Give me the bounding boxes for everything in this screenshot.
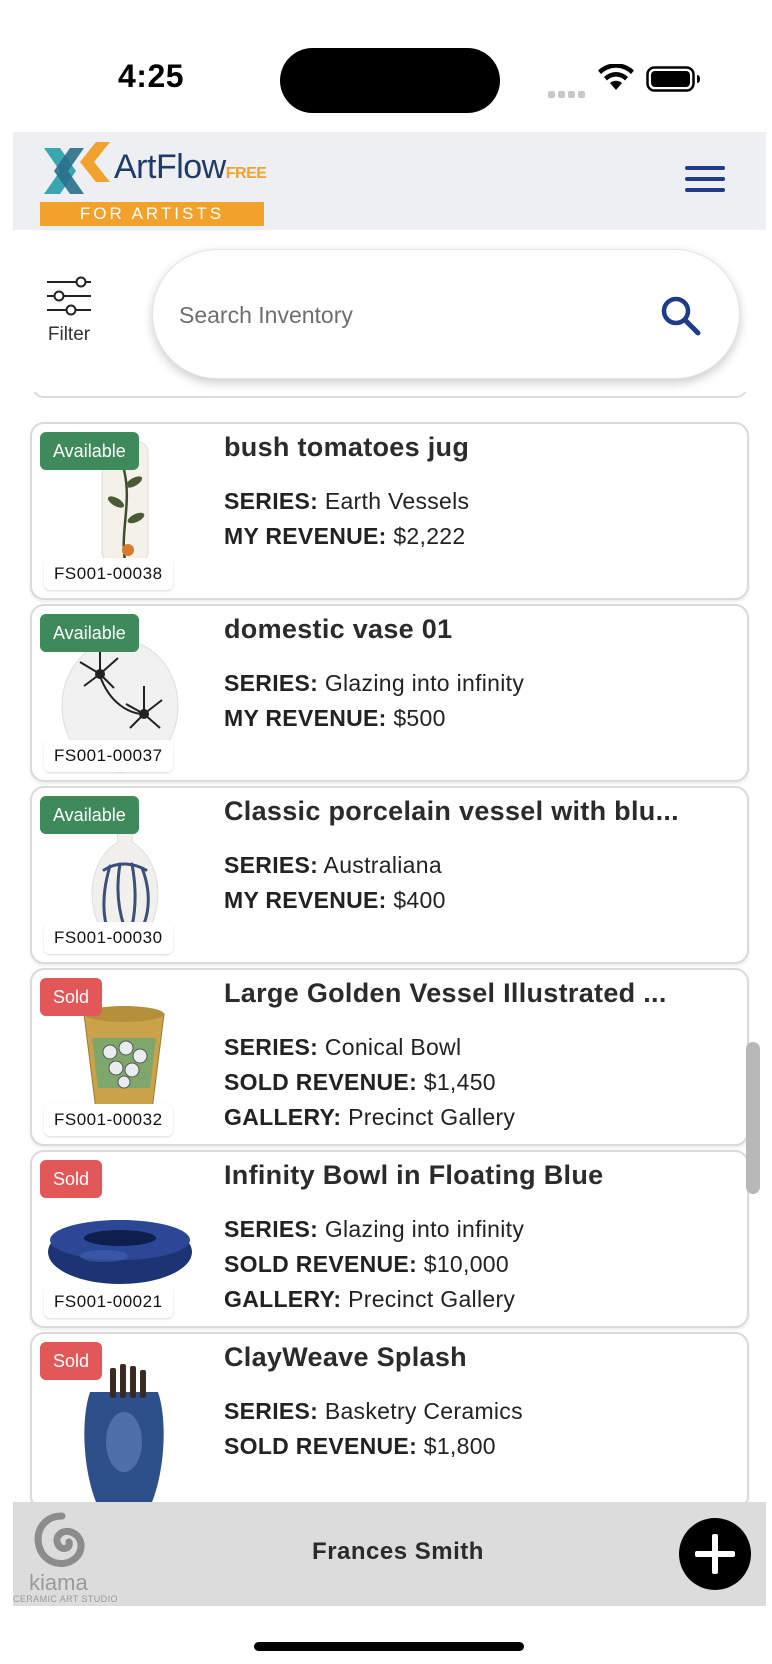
gallery-row: GALLERY: Precinct Gallery [224, 1286, 516, 1312]
search-input[interactable] [179, 290, 649, 340]
home-indicator[interactable] [254, 1642, 524, 1651]
gallery-row: GALLERY: Precinct Gallery [224, 1104, 516, 1130]
user-name: Frances Smith [312, 1538, 484, 1565]
inventory-card[interactable]: Sold FS001-00032 Large Golden Vessel Ill… [30, 968, 749, 1146]
status-time: 4:25 [118, 58, 185, 94]
sku-label: FS001-00032 [44, 1104, 173, 1136]
status-badge: Available [40, 432, 139, 470]
sku-label: FS001-00021 [44, 1286, 173, 1318]
status-badge: Sold [40, 978, 103, 1016]
add-artwork-button[interactable] [679, 1518, 751, 1590]
artwork-title: domestic vase 01 [224, 614, 453, 644]
logo-text: ArtFlowFREE [114, 148, 267, 186]
series-row: SERIES: Glazing into infinity [224, 670, 525, 696]
artflow-logo[interactable]: ArtFlowFREE FOR ARTISTS [40, 138, 267, 226]
filter-label: Filter [47, 324, 91, 345]
logo-subtitle: FOR ARTISTS [40, 202, 264, 226]
search-icon[interactable] [659, 294, 703, 338]
filter-button[interactable]: Filter [38, 276, 100, 356]
artflow-mark-icon [44, 142, 110, 194]
inventory-card[interactable]: Sold ClayWeave Splash SERIES: Basketry C… [30, 1332, 749, 1502]
status-badge: Sold [40, 1160, 103, 1198]
series-row: SERIES: Conical Bowl [224, 1034, 462, 1060]
revenue-row: MY REVENUE: $2,222 [224, 523, 466, 549]
artwork-title: bush tomatoes jug [224, 432, 470, 462]
sku-label: FS001-00038 [44, 558, 173, 590]
revenue-row: SOLD REVENUE: $10,000 [224, 1251, 509, 1277]
status-badge: Sold [40, 1342, 103, 1380]
wifi-icon [598, 64, 634, 90]
swirl-icon [34, 1512, 85, 1567]
status-bar: 4:25 [0, 0, 772, 132]
artwork-title: ClayWeave Splash [224, 1342, 467, 1372]
artwork-title: Large Golden Vessel Illustrated ... [224, 978, 667, 1008]
artwork-title: Classic porcelain vessel with blu... [224, 796, 679, 826]
status-badge: Available [40, 614, 139, 652]
search-bar [152, 249, 740, 379]
series-row: SERIES: Australiana [224, 852, 442, 878]
app-header: ArtFlowFREE FOR ARTISTS [13, 132, 766, 230]
revenue-row: SOLD REVENUE: $1,450 [224, 1069, 496, 1095]
inventory-card[interactable]: Available FS001-00038 bush tomatoes jug … [30, 422, 749, 600]
sliders-icon [47, 276, 91, 316]
inventory-card[interactable]: Available FS001-00030 Classic porcelain … [30, 786, 749, 964]
artwork-title: Infinity Bowl in Floating Blue [224, 1160, 604, 1190]
revenue-row: MY REVENUE: $500 [224, 705, 446, 731]
series-row: SERIES: Glazing into infinity [224, 1216, 525, 1242]
previous-card-edge [32, 392, 748, 398]
hamburger-menu-icon[interactable] [685, 166, 725, 196]
revenue-row: SOLD REVENUE: $1,800 [224, 1433, 496, 1459]
inventory-list[interactable]: Available FS001-00038 bush tomatoes jug … [0, 392, 772, 1502]
studio-logo: kiama CERAMIC ART STUDIO [13, 1508, 123, 1606]
inventory-card[interactable]: Available FS001-00037 domestic vase 01 S… [30, 604, 749, 782]
footer-bar: kiama CERAMIC ART STUDIO Frances Smith [13, 1502, 766, 1606]
cellular-signal-icon [548, 85, 588, 98]
revenue-row: MY REVENUE: $400 [224, 887, 446, 913]
scrollbar[interactable] [746, 1042, 760, 1194]
dynamic-island [280, 48, 500, 113]
sku-label: FS001-00030 [44, 922, 173, 954]
inventory-card[interactable]: Sold FS001-00021 Infinity Bowl in Floati… [30, 1150, 749, 1328]
battery-icon [646, 66, 700, 92]
sku-label: FS001-00037 [44, 740, 173, 772]
series-row: SERIES: Basketry Ceramics [224, 1398, 523, 1424]
status-badge: Available [40, 796, 139, 834]
series-row: SERIES: Earth Vessels [224, 488, 470, 514]
